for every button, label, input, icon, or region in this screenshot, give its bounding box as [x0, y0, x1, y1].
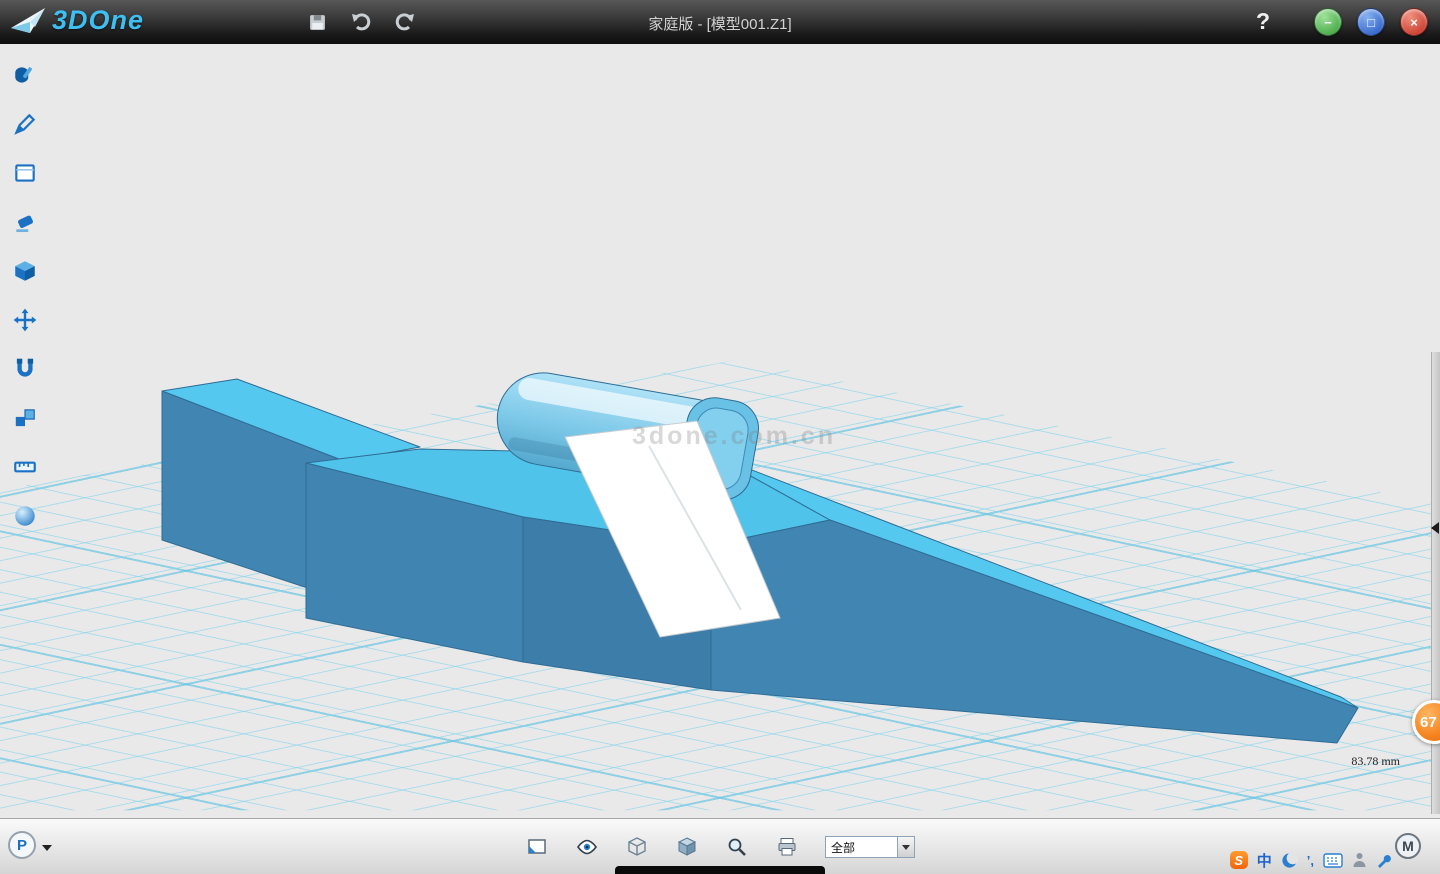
left-toolbar	[0, 44, 50, 818]
display-filter-value: 全部	[826, 839, 897, 856]
magnet-icon	[12, 356, 38, 382]
display-filter-select[interactable]: 全部	[825, 836, 915, 858]
shaded-button[interactable]	[675, 835, 699, 859]
visibility-button[interactable]	[575, 835, 599, 859]
taskbar-peek[interactable]	[615, 866, 825, 874]
assembly-button[interactable]	[7, 401, 43, 435]
zoom-region-icon	[726, 836, 748, 858]
print-button[interactable]	[775, 835, 799, 859]
watermark: 3done.com.cn	[632, 422, 836, 451]
keyboard-icon[interactable]	[1323, 853, 1343, 868]
print-icon	[776, 836, 798, 858]
ruler-icon	[12, 454, 38, 480]
maximize-button[interactable]: □	[1357, 8, 1385, 36]
mode-label: M	[1402, 838, 1414, 854]
plane-view-icon	[526, 836, 548, 858]
move-icon	[12, 307, 38, 333]
profile-button[interactable]: P	[8, 831, 36, 859]
viewport[interactable]: 3done.com.cn 83.78 mm 67	[0, 44, 1440, 818]
minimize-icon: −	[1324, 15, 1332, 30]
paint-icon	[12, 111, 38, 137]
paint-button[interactable]	[7, 107, 43, 141]
assembly-icon	[12, 405, 38, 431]
shaded-cube-icon	[676, 836, 698, 858]
wrench-icon[interactable]	[1376, 852, 1392, 868]
render-sphere-icon	[12, 503, 38, 529]
eraser-icon	[12, 209, 38, 235]
help-icon: ?	[1256, 8, 1270, 34]
title-bar[interactable]: 3DOne	[0, 0, 1440, 44]
solid-cube-icon	[12, 258, 38, 284]
maximize-icon: □	[1367, 15, 1375, 30]
magnet-button[interactable]	[7, 352, 43, 386]
plane-view-button[interactable]	[525, 835, 549, 859]
profile-label: P	[17, 837, 27, 854]
solid-cube-button[interactable]	[7, 254, 43, 288]
wireframe-button[interactable]	[625, 835, 649, 859]
sketch-plane-button[interactable]	[7, 156, 43, 190]
app-window: 3DOne	[0, 0, 1440, 874]
ime-language-toggle[interactable]: 中	[1257, 850, 1272, 871]
move-button[interactable]	[7, 303, 43, 337]
ruler-button[interactable]	[7, 450, 43, 484]
status-bar: P	[0, 818, 1440, 874]
side-panel-tab[interactable]	[1431, 352, 1440, 814]
mode-button[interactable]: M	[1395, 833, 1421, 859]
library-button[interactable]	[7, 58, 43, 92]
combo-dropdown-button[interactable]	[897, 837, 914, 857]
badge-count: 67	[1420, 714, 1437, 731]
library-icon	[12, 62, 38, 88]
close-icon: ×	[1410, 15, 1418, 30]
moon-icon[interactable]	[1281, 852, 1298, 869]
sketch-plane-icon	[12, 160, 38, 186]
collapse-arrow-icon[interactable]	[1431, 522, 1439, 534]
wireframe-cube-icon	[626, 836, 648, 858]
sogou-icon[interactable]: S	[1230, 851, 1248, 869]
visibility-eye-icon	[575, 836, 599, 858]
person-icon[interactable]	[1352, 852, 1367, 868]
document-title: 家庭版 - [模型001.Z1]	[0, 13, 1440, 34]
render-sphere-button[interactable]	[7, 499, 43, 533]
profile-dropdown-icon[interactable]	[42, 845, 52, 851]
eraser-button[interactable]	[7, 205, 43, 239]
dimension-label: 83.78 mm	[1351, 754, 1400, 769]
close-button[interactable]: ×	[1400, 8, 1428, 36]
chevron-down-icon	[902, 845, 910, 850]
punctuation-icon[interactable]: ’,	[1307, 853, 1314, 868]
minimize-button[interactable]: −	[1314, 8, 1342, 36]
help-button[interactable]: ?	[1248, 6, 1278, 36]
ime-bar: S 中 ’,	[1230, 849, 1392, 871]
zoom-button[interactable]	[725, 835, 749, 859]
